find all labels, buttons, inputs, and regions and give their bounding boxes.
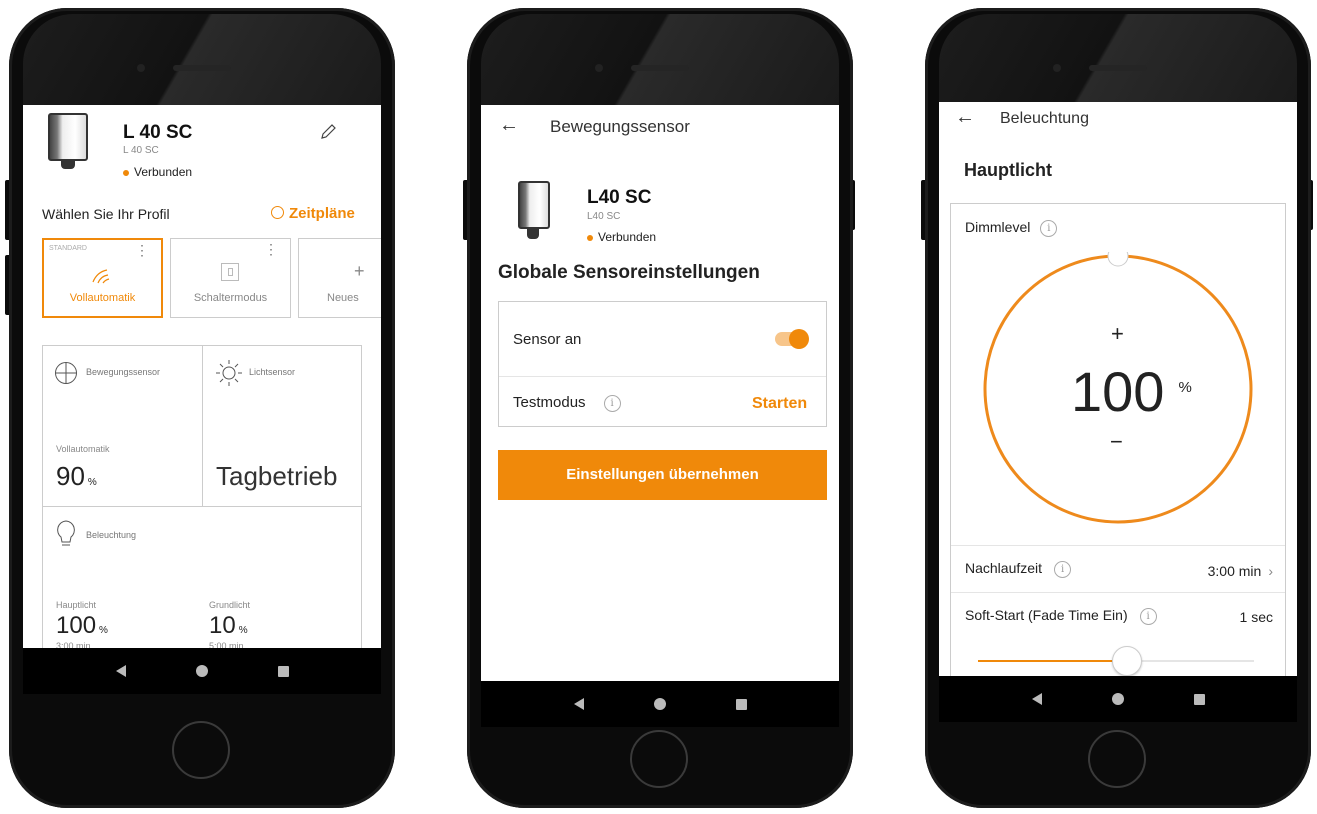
profile-heading: Wählen Sie Ihr Profil [42,206,170,222]
increase-button[interactable]: + [1111,321,1124,347]
profile-card-neues[interactable]: + Neues [298,238,381,318]
more-vert-icon[interactable]: ⋮ [135,243,149,257]
profile-card-schaltermodus[interactable]: ⋮ Schaltermodus [170,238,291,318]
back-arrow-icon[interactable]: ← [955,106,975,129]
hardware-home-button[interactable] [630,730,688,788]
base-light-label: Grundlicht [209,600,251,610]
test-mode-label: Testmodus i [513,394,621,412]
profile-card-vollautomatik[interactable]: STANDARD ⋮ Vollautomatik [42,238,163,318]
device-name: L40 SC [587,187,652,208]
info-icon[interactable]: i [1054,560,1072,578]
slider-fill [978,660,1116,662]
nav-recent-icon[interactable] [735,698,747,710]
tile-title: Beleuchtung [86,530,137,540]
sensor-toggle[interactable] [775,329,809,349]
phone-frame-1: L 40 SC L 40 SC Verbunden Wählen Sie Ihr… [9,8,395,808]
status-dot [587,234,593,241]
nav-home-icon[interactable] [653,698,666,710]
motion-waves-icon [92,269,110,284]
motion-sensor-tile[interactable]: Bewegungssensor Vollautomatik 90% [42,345,202,506]
start-test-button[interactable]: Starten [752,395,807,413]
nav-back-icon[interactable] [1031,693,1042,705]
base-light-value: 10% [209,612,248,639]
crosshair-icon [55,362,77,384]
light-sensor-tile[interactable]: Lichtsensor Tagbetrieb [203,345,362,506]
screen-motion-sensor: ← Bewegungssensor L40 SC L40 SC Verbunde… [481,105,839,727]
hardware-home-button[interactable] [1088,730,1146,788]
main-light-label: Hauptlicht [56,600,97,610]
main-light-value: 100% [56,612,108,639]
profile-label: Vollautomatik [69,292,136,304]
afterrun-value: 3:00 min › [1207,563,1273,579]
device-model: L40 SC [587,211,621,222]
profile-tag: STANDARD [49,245,87,252]
screen-title: Bewegungssensor [550,117,690,136]
nav-home-icon[interactable] [1111,693,1124,705]
screen-lighting: ← Beleuchtung Hauptlicht Dimmlevel i + 10… [939,102,1297,722]
nav-back-icon[interactable] [573,698,584,710]
profile-label: Schaltermodus [193,292,268,304]
add-plus-icon: + [354,261,365,281]
apply-settings-button[interactable]: Einstellungen übernehmen [498,450,827,500]
tile-title: Bewegungssensor [86,367,161,377]
connection-status: Verbunden [123,165,192,179]
device-name: L 40 SC [123,122,193,143]
lightbulb-icon [57,520,75,546]
tile-value: Tagbetrieb [216,461,338,491]
decrease-button[interactable]: − [1110,429,1123,455]
hardware-home-button[interactable] [172,721,230,779]
clock-icon [271,206,284,219]
nav-recent-icon[interactable] [1193,693,1205,705]
toggle-knob [789,329,809,349]
section-title: Hauptlicht [964,160,1052,180]
afterrun-row[interactable]: Nachlaufzeit i 3:00 min › [951,546,1285,592]
slider-thumb[interactable] [1112,646,1142,676]
dim-label: Dimmlevel i [965,219,1058,237]
schedules-link[interactable]: Zeitpläne [271,205,355,222]
lighting-tile[interactable]: Beleuchtung Hauptlicht 100% 3:00 min Gru… [42,507,362,669]
more-vert-icon[interactable]: ⋮ [264,242,278,256]
info-icon[interactable]: i [603,394,621,412]
profile-label: Neues [327,292,359,304]
screen-device-overview: L 40 SC L 40 SC Verbunden Wählen Sie Ihr… [23,105,381,694]
sun-icon [216,360,242,386]
settings-card: Sensor an Testmodus i Starten [498,301,827,427]
phone-frame-3: ← Beleuchtung Hauptlicht Dimmlevel i + 10… [925,8,1311,808]
android-navbar [23,648,381,694]
info-icon[interactable]: i [1040,219,1058,237]
tile-value: 90% [56,461,97,491]
switch-icon [221,263,239,281]
phone-frame-2: ← Bewegungssensor L40 SC L40 SC Verbunde… [467,8,853,808]
info-icon[interactable]: i [1139,607,1157,625]
nav-recent-icon[interactable] [277,665,289,677]
connection-status: Verbunden [587,230,656,244]
dimmer-card: Dimmlevel i + 100% − Nachlaufzeit i 3:00 m… [950,203,1286,703]
sensor-label: Sensor an [513,331,582,348]
screen-title: Beleuchtung [1000,110,1089,127]
afterrun-label: Nachlaufzeit i [965,560,1072,578]
device-lamp-icon [48,113,88,161]
tile-mode: Vollautomatik [56,444,110,454]
dimmer-knob[interactable] [1107,252,1129,267]
device-model: L 40 SC [123,145,159,156]
softstart-slider[interactable] [978,646,1254,676]
dim-value: 100% [1071,360,1192,423]
device-lamp-icon [518,181,550,229]
chevron-right-icon: › [1268,563,1273,579]
section-title: Globale Sensoreinstellungen [498,262,760,283]
nav-back-icon[interactable] [115,665,126,677]
back-arrow-icon[interactable]: ← [499,114,519,137]
android-navbar [481,681,839,727]
softstart-value: 1 sec [1239,609,1273,625]
nav-home-icon[interactable] [195,665,208,677]
android-navbar [939,676,1297,722]
tile-title: Lichtsensor [249,367,296,377]
status-dot [123,169,129,176]
softstart-label: Soft-Start (Fade Time Ein) i [965,607,1157,625]
edit-pencil-icon[interactable] [319,123,337,141]
